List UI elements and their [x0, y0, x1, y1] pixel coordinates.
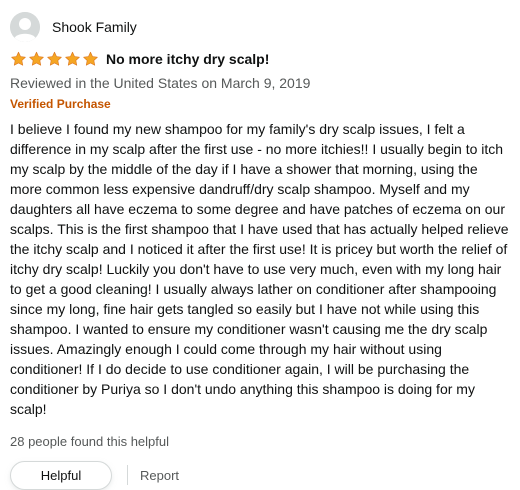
star-icon — [47, 51, 62, 66]
star-icon — [29, 51, 44, 66]
helpful-button[interactable]: Helpful — [10, 460, 112, 490]
default-user-avatar-icon[interactable] — [10, 12, 40, 42]
reviewer-profile[interactable]: Shook Family — [10, 12, 510, 42]
star-rating[interactable] — [10, 49, 100, 69]
review-date: Reviewed in the United States on March 9… — [10, 75, 311, 91]
review-actions: Helpful Report — [10, 460, 510, 490]
review-title-row: No more itchy dry scalp! — [10, 49, 510, 69]
report-link[interactable]: Report — [140, 468, 179, 483]
review-title[interactable]: No more itchy dry scalp! — [106, 51, 269, 67]
review-card: Shook Family No more itchy dry scalp! Re… — [10, 12, 510, 490]
verified-purchase-badge[interactable]: Verified Purchase — [10, 95, 510, 113]
star-icon — [65, 51, 80, 66]
star-icon — [11, 51, 26, 66]
helpful-count: 28 people found this helpful — [10, 434, 170, 449]
action-divider — [127, 465, 128, 485]
reviewer-name[interactable]: Shook Family — [52, 19, 137, 35]
review-body: I believe I found my new shampoo for my … — [10, 121, 509, 417]
star-icon — [83, 51, 98, 66]
